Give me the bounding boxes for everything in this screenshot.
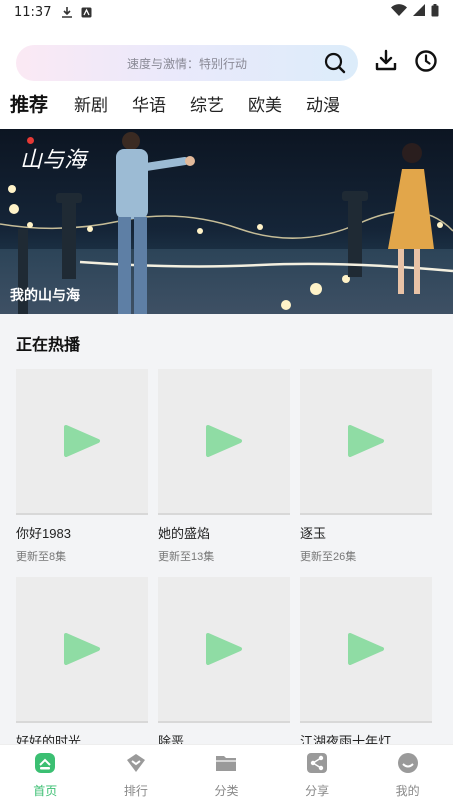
video-update-status: 更新至26集	[300, 551, 357, 563]
nav-category[interactable]: 分类	[181, 745, 272, 805]
nav-home-label[interactable]: 首页	[33, 782, 57, 799]
wifi-icon	[391, 4, 407, 20]
video-thumbnail[interactable]	[16, 577, 148, 723]
tab-anime[interactable]: 动漫	[306, 91, 340, 116]
battery-icon	[431, 3, 439, 21]
video-thumbnail[interactable]	[16, 369, 148, 515]
banner-poster-text: 山与海	[20, 148, 89, 173]
video-thumbnail[interactable]	[158, 369, 290, 515]
tab-chinese[interactable]: 华语	[132, 91, 166, 116]
video-card[interactable]: 好好的时光	[16, 577, 148, 750]
search-icon[interactable]	[318, 46, 352, 80]
play-placeholder-icon	[348, 425, 384, 457]
video-card[interactable]: 除恶	[158, 577, 290, 750]
signal-icon	[413, 4, 425, 20]
play-placeholder-icon	[64, 633, 100, 665]
nav-profile[interactable]: 我的	[362, 745, 453, 805]
profile-icon[interactable]	[397, 752, 419, 778]
video-title[interactable]: 逐玉	[300, 523, 432, 542]
tab-western[interactable]: 欧美	[248, 91, 282, 116]
nav-category-label[interactable]: 分类	[214, 782, 238, 799]
search-bar[interactable]: 速度与激情：特别行动	[16, 45, 358, 81]
video-thumbnail[interactable]	[300, 577, 432, 723]
video-title[interactable]: 你好1983	[16, 523, 148, 542]
app-notification-icon	[81, 7, 92, 18]
status-right	[391, 3, 439, 21]
play-placeholder-icon	[206, 633, 242, 665]
share-icon[interactable]	[306, 752, 328, 778]
search-placeholder[interactable]: 速度与激情：特别行动	[16, 55, 318, 72]
download-icon[interactable]	[374, 49, 398, 77]
play-placeholder-icon	[64, 425, 100, 457]
tab-variety[interactable]: 综艺	[190, 91, 224, 116]
video-thumbnail[interactable]	[158, 577, 290, 723]
clock-icon[interactable]	[414, 49, 438, 77]
nav-profile-label[interactable]: 我的	[396, 782, 420, 799]
nav-rank-label[interactable]: 排行	[124, 782, 148, 799]
history-button[interactable]	[412, 49, 440, 77]
nav-share-label[interactable]: 分享	[305, 782, 329, 799]
home-icon[interactable]	[34, 752, 56, 778]
video-card[interactable]: 她的盛焰 更新至13集	[158, 369, 290, 564]
play-placeholder-icon	[206, 425, 242, 457]
download-button[interactable]	[372, 49, 400, 77]
tab-recommend[interactable]: 推荐	[10, 90, 48, 117]
app-screen: 11:37 速度与激情：特别行动 推荐 新剧 华语 综艺 欧美 动漫 山与海 我…	[0, 0, 453, 805]
section-title: 正在热播	[16, 337, 81, 354]
video-card[interactable]: 逐玉 更新至26集	[300, 369, 432, 564]
status-time: 11:37	[14, 4, 52, 20]
nav-home[interactable]: 首页	[0, 745, 91, 805]
play-placeholder-icon	[348, 633, 384, 665]
video-card[interactable]: 你好1983 更新至8集	[16, 369, 148, 564]
video-card[interactable]: 江湖夜雨十年灯	[300, 577, 432, 750]
category-tabs: 推荐 新剧 华语 综艺 欧美 动漫	[10, 90, 364, 117]
rank-icon[interactable]	[125, 752, 147, 778]
folder-icon[interactable]	[215, 752, 237, 778]
download-status-icon	[61, 6, 73, 19]
featured-banner[interactable]: 山与海 我的山与海	[0, 129, 453, 314]
top-header: 速度与激情：特别行动 推荐 新剧 华语 综艺 欧美 动漫	[0, 24, 453, 129]
status-bar: 11:37	[0, 0, 453, 24]
video-thumbnail[interactable]	[300, 369, 432, 515]
nav-rank[interactable]: 排行	[91, 745, 182, 805]
video-update-status: 更新至13集	[158, 551, 215, 563]
bottom-navigation: 首页 排行 分类 分享 我的	[0, 744, 453, 805]
video-update-status: 更新至8集	[16, 551, 67, 563]
banner-title[interactable]: 我的山与海	[10, 285, 80, 305]
video-title[interactable]: 她的盛焰	[158, 523, 290, 542]
banner-indicator-dot	[27, 137, 34, 144]
nav-share[interactable]: 分享	[272, 745, 363, 805]
tab-new-drama[interactable]: 新剧	[74, 91, 108, 116]
